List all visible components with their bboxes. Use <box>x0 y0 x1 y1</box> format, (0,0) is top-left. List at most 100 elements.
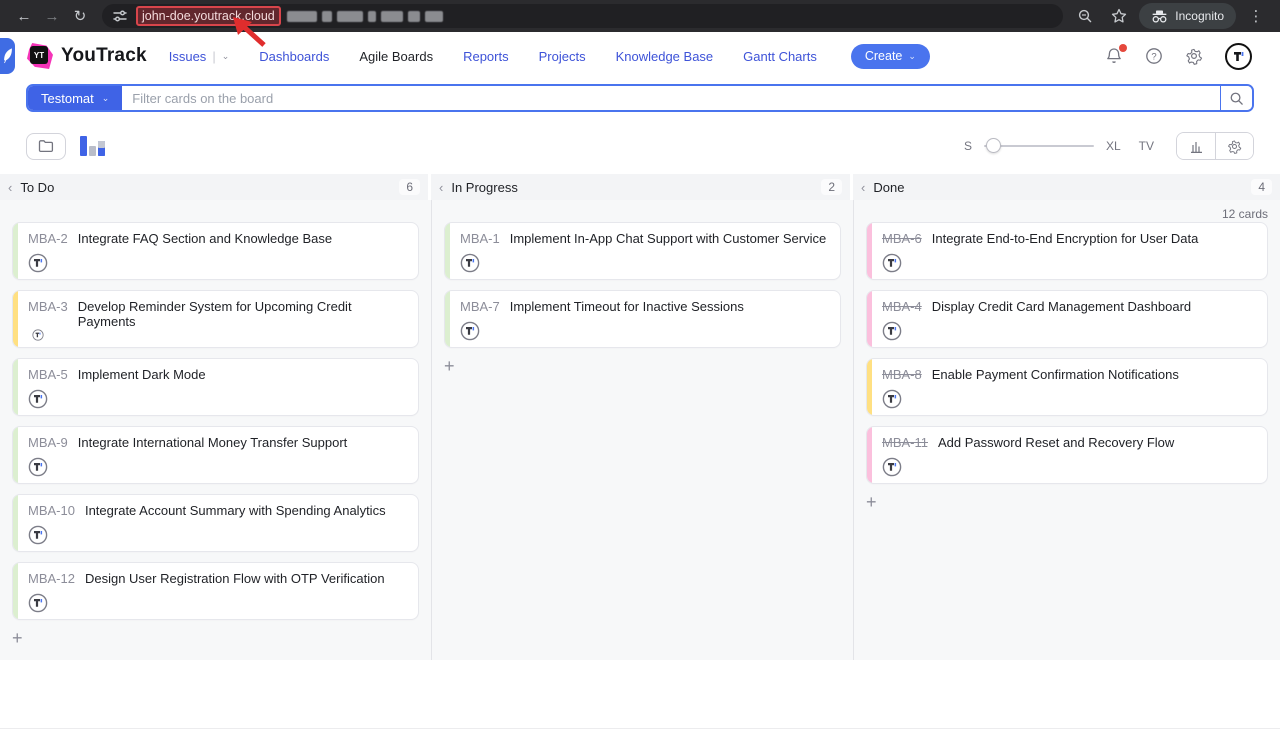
settings-gear-icon[interactable] <box>1185 47 1203 65</box>
card-title[interactable]: Display Credit Card Management Dashboard <box>932 299 1191 314</box>
address-bar[interactable]: john-doe.youtrack.cloud <box>102 4 1063 28</box>
assignee-avatar-icon[interactable] <box>460 321 480 341</box>
filter-cards-input[interactable] <box>122 86 1220 110</box>
histogram-icon <box>1189 140 1204 153</box>
board-card[interactable]: MBA-5 Implement Dark Mode <box>12 358 419 416</box>
filter-search-button[interactable] <box>1220 86 1252 110</box>
board-settings-button[interactable] <box>1215 133 1253 159</box>
nav-agile-boards[interactable]: Agile Boards <box>359 49 433 64</box>
assignee-avatar-icon[interactable] <box>882 389 902 409</box>
nav-projects[interactable]: Projects <box>539 49 586 64</box>
card-id[interactable]: MBA-7 <box>460 299 500 314</box>
browser-menu-icon[interactable]: ⋮ <box>1242 2 1270 30</box>
help-icon[interactable]: ? <box>1145 47 1163 65</box>
assignee-avatar-icon[interactable] <box>28 253 48 273</box>
card-id[interactable]: MBA-12 <box>28 571 75 586</box>
card-title[interactable]: Integrate End-to-End Encryption for User… <box>932 231 1199 246</box>
add-card-button[interactable]: + <box>444 358 462 374</box>
card-title[interactable]: Integrate Account Summary with Spending … <box>85 503 386 518</box>
board-card[interactable]: MBA-7 Implement Timeout for Inactive Ses… <box>444 290 841 348</box>
search-icon <box>1229 91 1244 106</box>
collapse-chevron-icon[interactable]: ‹ <box>861 180 865 195</box>
assignee-avatar-icon[interactable] <box>28 525 48 545</box>
browser-back-icon[interactable]: ← <box>10 2 38 30</box>
board-card[interactable]: MBA-10 Integrate Account Summary with Sp… <box>12 494 419 552</box>
assignee-avatar-icon[interactable] <box>28 457 48 477</box>
column-header-to-do[interactable]: ‹To Do6 <box>0 174 428 200</box>
assignee-avatar-icon[interactable] <box>28 593 48 613</box>
card-id[interactable]: MBA-6 <box>882 231 922 246</box>
card-title[interactable]: Integrate International Money Transfer S… <box>78 435 348 450</box>
nav-gantt-charts[interactable]: Gantt Charts <box>743 49 817 64</box>
column-title: In Progress <box>451 180 517 195</box>
board-card[interactable]: MBA-12 Design User Registration Flow wit… <box>12 562 419 620</box>
user-avatar[interactable] <box>1225 43 1252 70</box>
nav-knowledge-base[interactable]: Knowledge Base <box>616 49 714 64</box>
board-card[interactable]: MBA-11 Add Password Reset and Recovery F… <box>866 426 1268 484</box>
board-view-button-group <box>1176 132 1254 160</box>
assignee-avatar-icon[interactable] <box>28 389 48 409</box>
card-title[interactable]: Design User Registration Flow with OTP V… <box>85 571 385 586</box>
card-title[interactable]: Implement Timeout for Inactive Sessions <box>510 299 744 314</box>
app-header: YT YouTrack Issues | ⌄ Dashboards Agile … <box>0 32 1280 80</box>
collapse-chevron-icon[interactable]: ‹ <box>439 180 443 195</box>
board-card[interactable]: MBA-3 Develop Reminder System for Upcomi… <box>12 290 419 348</box>
add-card-button[interactable]: + <box>866 494 884 510</box>
nav-issues[interactable]: Issues <box>169 49 207 64</box>
notifications-bell-icon[interactable] <box>1105 47 1123 65</box>
slider-knob[interactable] <box>986 138 1001 153</box>
browser-reload-icon[interactable]: ↻ <box>66 2 94 30</box>
card-id[interactable]: MBA-9 <box>28 435 68 450</box>
add-card-button[interactable]: + <box>12 630 30 646</box>
board-card[interactable]: MBA-1 Implement In-App Chat Support with… <box>444 222 841 280</box>
browser-forward-icon[interactable]: → <box>38 2 66 30</box>
card-title[interactable]: Integrate FAQ Section and Knowledge Base <box>78 231 332 246</box>
board-card[interactable]: MBA-4 Display Credit Card Management Das… <box>866 290 1268 348</box>
card-id[interactable]: MBA-10 <box>28 503 75 518</box>
burndown-chart-button[interactable] <box>1177 133 1215 159</box>
board-card[interactable]: MBA-8 Enable Payment Confirmation Notifi… <box>866 358 1268 416</box>
card-id[interactable]: MBA-11 <box>882 435 928 450</box>
backlog-folder-button[interactable] <box>26 133 66 160</box>
card-id[interactable]: MBA-1 <box>460 231 500 246</box>
zoom-page-icon[interactable] <box>1071 2 1099 30</box>
card-id[interactable]: MBA-8 <box>882 367 922 382</box>
board-card[interactable]: MBA-2 Integrate FAQ Section and Knowledg… <box>12 222 419 280</box>
assignee-avatar-icon[interactable] <box>28 329 48 341</box>
youtrack-logo[interactable]: YT YouTrack <box>27 43 147 69</box>
bookmark-star-icon[interactable] <box>1105 2 1133 30</box>
collapse-chevron-icon[interactable]: ‹ <box>8 180 12 195</box>
card-id[interactable]: MBA-2 <box>28 231 68 246</box>
create-button[interactable]: Create⌄ <box>851 44 930 69</box>
assignee-avatar-icon[interactable] <box>882 321 902 341</box>
tv-mode-button[interactable]: TV <box>1139 139 1154 153</box>
site-settings-icon[interactable] <box>112 8 128 24</box>
card-title[interactable]: Implement In-App Chat Support with Custo… <box>510 231 826 246</box>
board-toolbar: S XL TV <box>26 132 1254 160</box>
card-title[interactable]: Implement Dark Mode <box>78 367 206 382</box>
board-card[interactable]: MBA-6 Integrate End-to-End Encryption fo… <box>866 222 1268 280</box>
column-count-badge: 6 <box>399 179 420 195</box>
assignee-avatar-icon[interactable] <box>460 253 480 273</box>
board-card[interactable]: MBA-9 Integrate International Money Tran… <box>12 426 419 484</box>
assignee-avatar-icon[interactable] <box>882 457 902 477</box>
board-selector-button[interactable]: Testomat ⌄ <box>28 86 122 110</box>
card-size-slider[interactable] <box>984 136 1094 156</box>
column-header-done[interactable]: ‹Done4 <box>853 174 1280 200</box>
helpdesk-widget-tab[interactable] <box>0 38 15 74</box>
board-chart-toggle-icon[interactable] <box>80 136 105 156</box>
card-title[interactable]: Develop Reminder System for Upcoming Cre… <box>78 299 408 329</box>
card-title[interactable]: Enable Payment Confirmation Notification… <box>932 367 1179 382</box>
feather-icon <box>3 48 13 64</box>
card-id[interactable]: MBA-5 <box>28 367 68 382</box>
notification-dot <box>1119 44 1127 52</box>
assignee-avatar-icon[interactable] <box>882 253 902 273</box>
card-id[interactable]: MBA-4 <box>882 299 922 314</box>
issues-dropdown-chevron-icon[interactable]: ⌄ <box>222 51 230 62</box>
column-header-in-progress[interactable]: ‹In Progress2 <box>431 174 850 200</box>
nav-dashboards[interactable]: Dashboards <box>259 49 329 64</box>
nav-reports[interactable]: Reports <box>463 49 509 64</box>
card-id[interactable]: MBA-3 <box>28 299 68 314</box>
card-title[interactable]: Add Password Reset and Recovery Flow <box>938 435 1174 450</box>
url-text[interactable]: john-doe.youtrack.cloud <box>136 6 281 26</box>
